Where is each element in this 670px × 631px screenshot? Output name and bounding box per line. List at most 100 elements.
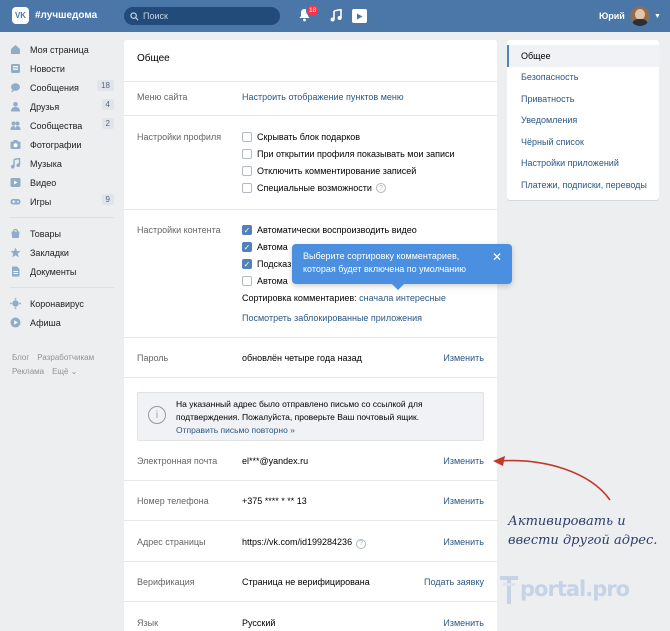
verification-label: Верификация — [137, 577, 195, 587]
nav-item-photos[interactable]: Фотографии — [10, 135, 114, 154]
checkbox-hints[interactable]: ✓ Подсказ — [242, 259, 291, 269]
divider — [124, 115, 497, 116]
tooltip-arrow — [392, 284, 404, 290]
checkbox-auto-other[interactable]: Автома — [242, 276, 288, 286]
messages-icon — [10, 82, 21, 93]
search-input[interactable] — [143, 11, 263, 21]
nav-item-documents[interactable]: Документы — [10, 262, 114, 281]
search-box[interactable] — [124, 7, 280, 25]
nav-item-games[interactable]: Игры 9 — [10, 192, 114, 211]
left-navigation: Моя страница Новости Сообщения 18 Друзья… — [10, 40, 114, 332]
nav-item-afisha[interactable]: Афиша — [10, 313, 114, 332]
settings-tab-apps[interactable]: Настройки приложений — [507, 153, 659, 175]
music-icon — [10, 158, 21, 169]
footer-link-more[interactable]: Ещё ⌄ — [52, 367, 77, 376]
comment-sort-tooltip: Выберите сортировку комментариев, котора… — [292, 244, 512, 290]
nav-item-music[interactable]: Музыка — [10, 154, 114, 173]
nav-label: Афиша — [30, 317, 61, 328]
nav-divider — [10, 287, 114, 288]
annotation-arrow — [493, 456, 611, 501]
photos-icon — [10, 139, 21, 150]
chevron-down-icon[interactable]: ▼ — [654, 13, 661, 20]
page-address-label: Адрес страницы — [137, 537, 206, 547]
apply-verification-button[interactable]: Подать заявку — [424, 577, 484, 587]
hashtag-link[interactable]: #лучшедома — [35, 10, 97, 21]
avatar[interactable] — [630, 6, 650, 26]
settings-tab-blacklist[interactable]: Чёрный список — [507, 131, 659, 153]
change-phone-button[interactable]: Изменить — [443, 496, 484, 506]
checkbox-accessibility[interactable]: Специальные возможности? — [242, 183, 386, 193]
help-icon[interactable]: ? — [356, 538, 367, 549]
settings-tab-privacy[interactable]: Приватность — [507, 88, 659, 110]
divider — [124, 81, 497, 82]
nav-label: Закладки — [30, 247, 69, 258]
nav-item-video[interactable]: Видео — [10, 173, 114, 192]
change-language-button[interactable]: Изменить — [443, 618, 484, 628]
checkbox-disable-comments[interactable]: Отключить комментирование записей — [242, 166, 416, 176]
settings-tab-security[interactable]: Безопасность — [507, 67, 659, 89]
email-value: el***@yandex.ru — [242, 456, 309, 466]
nav-item-goods[interactable]: Товары — [10, 224, 114, 243]
nav-item-friends[interactable]: Друзья 4 — [10, 97, 114, 116]
password-label: Пароль — [137, 353, 169, 363]
watermark-text: portal.pro — [520, 577, 630, 601]
nav-label: Коронавирус — [30, 298, 84, 309]
user-name[interactable]: Юрий — [599, 11, 625, 21]
checkbox-autoplay-video[interactable]: ✓ Автоматически воспроизводить видео — [242, 225, 417, 235]
password-value: обновлён четыре года назад — [242, 353, 362, 363]
games-icon — [10, 196, 21, 207]
divider — [124, 561, 497, 562]
help-icon[interactable]: ? — [375, 183, 386, 193]
search-icon — [130, 11, 139, 21]
nav-divider — [10, 217, 114, 218]
email-confirmation-notice: i На указанный адрес было отправлено пис… — [137, 392, 484, 441]
nav-item-my-page[interactable]: Моя страница — [10, 40, 114, 59]
configure-menu-link[interactable]: Настроить отображение пунктов меню — [242, 92, 404, 102]
language-value: Русский — [242, 618, 276, 628]
nav-count-badge: 2 — [101, 118, 114, 129]
divider — [124, 377, 497, 378]
settings-tab-general[interactable]: Общее — [507, 45, 659, 67]
video-play-icon[interactable] — [352, 9, 367, 23]
virus-icon — [10, 298, 21, 309]
settings-tab-notifications[interactable]: Уведомления — [507, 110, 659, 132]
nav-item-news[interactable]: Новости — [10, 59, 114, 78]
checkbox-hide-gifts[interactable]: Скрывать блок подарков — [242, 132, 360, 142]
comment-sort-dropdown[interactable]: сначала интересные — [359, 293, 446, 303]
vk-logo[interactable]: VK — [12, 7, 29, 24]
blocked-apps-link[interactable]: Посмотреть заблокированные приложения — [242, 313, 422, 323]
change-email-button[interactable]: Изменить — [443, 456, 484, 466]
nav-item-bookmarks[interactable]: Закладки — [10, 243, 114, 262]
nav-item-communities[interactable]: Сообщества 2 — [10, 116, 114, 135]
footer-link-blog[interactable]: Блог — [12, 353, 29, 362]
nav-label: Фотографии — [30, 139, 82, 150]
footer-link-developers[interactable]: Разработчикам — [37, 353, 94, 362]
checkbox-label: Скрывать блок подарков — [257, 132, 361, 142]
watermark-logo-icon — [498, 572, 520, 606]
settings-panel: Общее Меню сайта Настроить отображение п… — [124, 40, 497, 631]
divider — [124, 337, 497, 338]
info-icon: i — [148, 406, 166, 424]
nav-item-messages[interactable]: Сообщения 18 — [10, 78, 114, 97]
language-label: Язык — [137, 618, 159, 628]
comment-sort-label: Сортировка комментариев: — [242, 293, 357, 303]
checkbox-label: Автоматически воспроизводить видео — [257, 225, 417, 235]
checkbox-label: Автома — [257, 242, 288, 252]
resend-email-link[interactable]: Отправить письмо повторно » — [176, 425, 295, 435]
checkbox-autoplay-gif[interactable]: ✓ Автома — [242, 242, 288, 252]
tooltip-text: Выберите сортировку комментариев, котора… — [303, 251, 467, 274]
settings-tab-payments[interactable]: Платежи, подписки, переводы — [507, 174, 659, 196]
change-address-button[interactable]: Изменить — [443, 537, 484, 547]
nav-label: Документы — [30, 266, 77, 277]
nav-item-coronavirus[interactable]: Коронавирус — [10, 294, 114, 313]
close-icon[interactable]: ✕ — [492, 251, 502, 264]
notification-count-badge: 18 — [306, 5, 320, 16]
notice-text: На указанный адрес было отправлено письм… — [176, 399, 423, 422]
music-icon[interactable] — [330, 9, 342, 22]
nav-label: Сообщения — [30, 82, 79, 93]
footer-link-ads[interactable]: Реклама — [12, 367, 44, 376]
nav-label: Товары — [30, 228, 61, 239]
checkbox-show-my-posts[interactable]: При открытии профиля показывать мои запи… — [242, 149, 455, 159]
change-password-button[interactable]: Изменить — [443, 353, 484, 363]
divider — [124, 520, 497, 521]
